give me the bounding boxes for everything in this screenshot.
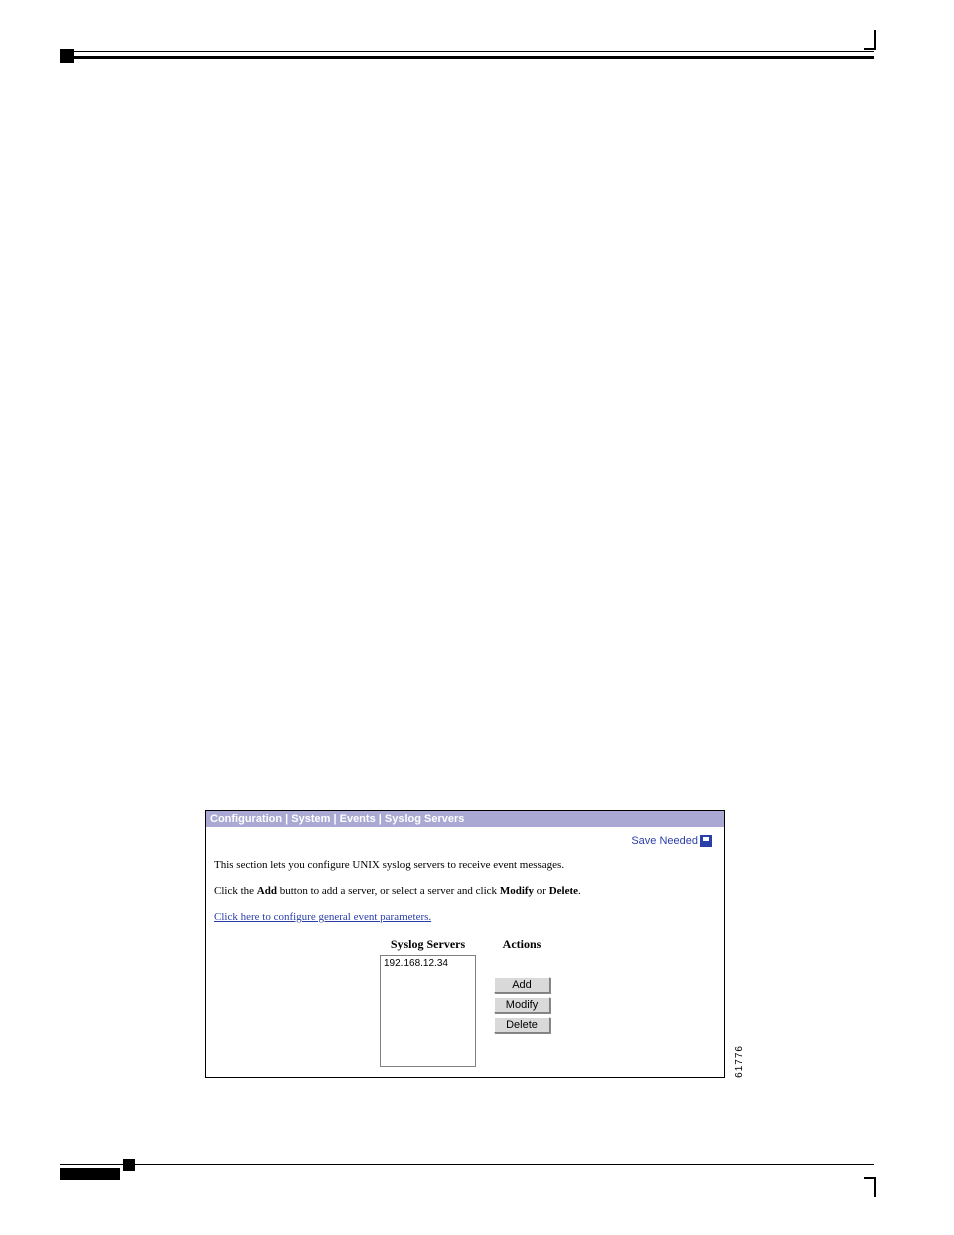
delete-button[interactable]: Delete: [494, 1017, 550, 1033]
panel-body: Save Needed This section lets you config…: [206, 827, 724, 1077]
save-icon: [700, 835, 712, 847]
config-panel: Configuration | System | Events | Syslog…: [205, 810, 725, 1078]
figure-id: 61776: [734, 1045, 745, 1078]
instr-delete: Delete: [549, 885, 578, 897]
intro-text: This section lets you configure UNIX sys…: [214, 859, 716, 871]
actions-column-header: Actions: [494, 937, 550, 952]
instr-or: or: [534, 885, 549, 897]
top-square-marker: [60, 49, 74, 63]
save-needed-indicator[interactable]: Save Needed: [214, 833, 716, 853]
servers-listbox[interactable]: 192.168.12.34: [380, 955, 476, 1067]
instruction-text: Click the Add button to add a server, or…: [214, 885, 716, 897]
list-item[interactable]: 192.168.12.34: [383, 957, 473, 970]
servers-column-header: Syslog Servers: [380, 937, 476, 952]
breadcrumb: Configuration | System | Events | Syslog…: [206, 811, 724, 827]
instr-suffix: .: [578, 885, 581, 897]
instr-add: Add: [257, 885, 277, 897]
servers-table: Syslog Servers 192.168.12.34 Actions Add…: [214, 937, 716, 1067]
crop-mark-bottom-right: [864, 1177, 876, 1197]
top-rule: [60, 56, 874, 59]
screenshot-figure: Configuration | System | Events | Syslog…: [205, 810, 725, 1078]
servers-column: Syslog Servers 192.168.12.34: [380, 937, 476, 1067]
save-needed-label: Save Needed: [631, 835, 698, 847]
modify-button[interactable]: Modify: [494, 997, 550, 1013]
crop-mark-top-right: [864, 30, 876, 50]
instr-modify: Modify: [500, 885, 534, 897]
top-rule-thin: [60, 51, 874, 52]
instr-prefix: Click the: [214, 885, 257, 897]
bottom-rule: [60, 1164, 874, 1165]
instr-mid: button to add a server, or select a serv…: [277, 885, 500, 897]
document-page: Configuration | System | Events | Syslog…: [0, 0, 954, 1235]
bottom-square-marker: [123, 1159, 135, 1171]
add-button[interactable]: Add: [494, 977, 550, 993]
bottom-bar-marker: [60, 1168, 120, 1180]
general-event-params-link[interactable]: Click here to configure general event pa…: [214, 911, 431, 923]
actions-column: Actions Add Modify Delete: [494, 937, 550, 1067]
